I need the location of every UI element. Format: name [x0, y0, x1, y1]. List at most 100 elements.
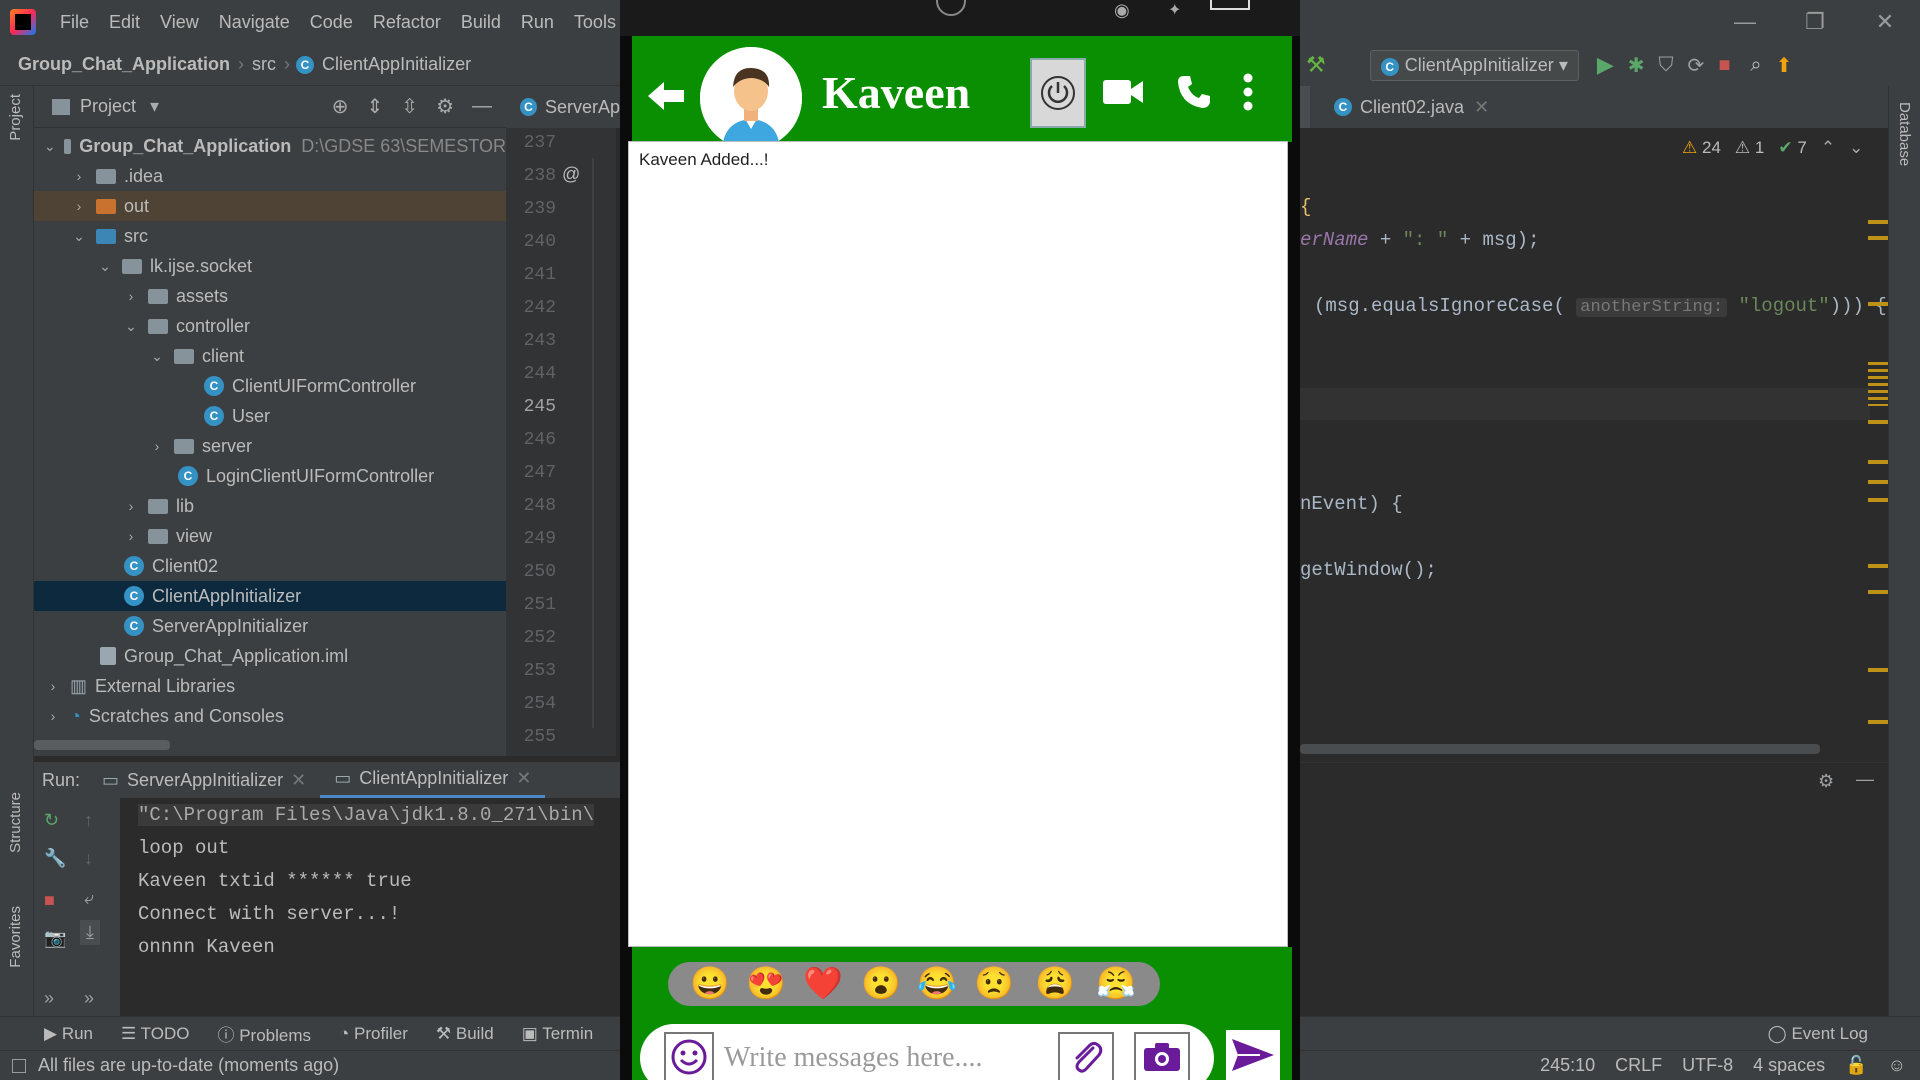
emoji-worried[interactable]: 😟 [974, 963, 1014, 1003]
tool-tab-event-log[interactable]: ◯ Event Log [1754, 1024, 1920, 1044]
search-icon[interactable]: ⌕ [1750, 54, 1761, 77]
tool-tab-profiler[interactable]: ◔ Profiler [325, 1024, 422, 1044]
emoji-picker-button[interactable] [664, 1032, 714, 1080]
run-config-select[interactable]: C ClientAppInitializer ▾ [1369, 49, 1579, 81]
editor-horizontal-scrollbar[interactable] [1300, 744, 1820, 754]
project-tool-label[interactable]: Project [7, 94, 24, 141]
tree-item-server[interactable]: › server [34, 431, 506, 461]
error-stripe-marker[interactable] [1868, 480, 1888, 484]
tree-item-out[interactable]: › out [34, 191, 506, 221]
profile-icon[interactable]: ⟳ [1688, 53, 1705, 78]
tree-item-client02[interactable]: C Client02 [34, 551, 506, 581]
restore-button[interactable]: ❐ [1780, 9, 1850, 35]
error-stripe-marker[interactable] [1868, 460, 1888, 464]
database-tool-label[interactable]: Database [1896, 102, 1913, 166]
tree-item-external-libraries[interactable]: › ▥ External Libraries [34, 671, 506, 701]
console-output[interactable]: "C:\Program Files\Java\jdk1.8.0_271\bin\… [120, 798, 620, 1016]
error-stripe-marker[interactable] [1868, 590, 1888, 594]
more-icon[interactable]: » [84, 988, 94, 1009]
tab-client02[interactable]: Client02.java [1360, 97, 1464, 118]
send-button[interactable] [1226, 1030, 1280, 1080]
back-arrow-icon[interactable] [646, 78, 686, 114]
locate-icon[interactable]: ⊕ [332, 94, 349, 119]
expand-all-icon[interactable]: ⇕ [367, 94, 384, 119]
chevron-down-icon[interactable]: ▾ [150, 96, 159, 117]
wrench-icon[interactable]: 🔧 [44, 848, 66, 869]
toggle-tool-windows-icon[interactable] [12, 1058, 26, 1073]
more-icon[interactable]: » [44, 988, 54, 1009]
stop-icon[interactable]: ■ [44, 890, 55, 911]
close-tab-icon[interactable]: ✕ [1474, 97, 1489, 118]
error-stripe-marker[interactable] [1868, 236, 1888, 240]
error-stripe-marker[interactable] [1868, 362, 1888, 406]
caret-position[interactable]: 245:10 [1540, 1055, 1595, 1076]
soft-wrap-icon[interactable]: ⤶ [84, 888, 94, 909]
arrow-up-icon[interactable]: ↑ [84, 810, 93, 831]
camera-icon[interactable]: 📷 [44, 928, 66, 949]
code-line[interactable]: nEvent) { [1300, 493, 1403, 515]
camera-button[interactable] [1134, 1032, 1190, 1080]
menu-tools[interactable]: Tools [564, 12, 626, 33]
tree-item-idea[interactable]: › .idea [34, 161, 506, 191]
chevron-up-icon[interactable]: ⌃ [1821, 138, 1835, 158]
stop-icon[interactable]: ■ [1718, 54, 1730, 77]
emoji-grinning[interactable]: 😀 [690, 963, 730, 1003]
emoji-triumph[interactable]: 😤 [1096, 963, 1136, 1003]
close-tab-icon[interactable]: ✕ [516, 768, 531, 789]
tab-serverappinitializer[interactable]: C ServerAp [506, 86, 620, 128]
error-stripe-marker[interactable] [1868, 498, 1888, 502]
update-icon[interactable]: ⬆ [1776, 53, 1793, 78]
tool-tab-todo[interactable]: ☰ TODO [107, 1024, 203, 1044]
file-encoding[interactable]: UTF-8 [1682, 1055, 1733, 1076]
horizontal-scrollbar[interactable] [34, 740, 170, 750]
tree-item-package[interactable]: ⌄ lk.ijse.socket [34, 251, 506, 281]
hide-panel-icon[interactable]: — [472, 95, 492, 118]
run-tab-server[interactable]: ▭ ServerAppInitializer ✕ [88, 762, 320, 798]
inspector-icon[interactable]: ☺ [1888, 1055, 1906, 1076]
hammer-icon[interactable]: ⚒ [1306, 52, 1326, 78]
emoji-weary[interactable]: 😩 [1035, 963, 1075, 1003]
error-stripe-marker[interactable] [1868, 220, 1888, 224]
code-line[interactable]: getWindow(); [1300, 559, 1437, 581]
indent-setting[interactable]: 4 spaces [1753, 1055, 1825, 1076]
tree-item-root[interactable]: ⌄ Group_Chat_Application D:\GDSE 63\SEME… [34, 131, 506, 161]
structure-tool-label[interactable]: Structure [7, 792, 24, 853]
emoji-laughing[interactable]: 😂 [917, 963, 957, 1003]
tree-item-iml[interactable]: Group_Chat_Application.iml [34, 641, 506, 671]
error-stripe-marker[interactable] [1868, 720, 1888, 724]
emoji-red-heart[interactable]: ❤️ [803, 963, 843, 1003]
menu-navigate[interactable]: Navigate [209, 12, 300, 33]
error-stripe-marker[interactable] [1868, 302, 1888, 306]
tree-item-assets[interactable]: › assets [34, 281, 506, 311]
menu-file[interactable]: File [50, 12, 99, 33]
close-button[interactable]: ✕ [1850, 9, 1920, 35]
emoji-surprised[interactable]: 😮 [861, 963, 901, 1003]
status-message[interactable]: All files are up-to-date (moments ago) [38, 1055, 339, 1076]
error-stripe-marker[interactable] [1868, 564, 1888, 568]
tree-item-clientappinitializer[interactable]: C ClientAppInitializer [34, 581, 506, 611]
tree-item-user[interactable]: C User [34, 401, 506, 431]
message-input[interactable] [724, 1040, 1054, 1076]
hide-panel-icon[interactable]: — [1856, 769, 1874, 790]
breadcrumb-src[interactable]: src [244, 54, 284, 75]
chat-message-area[interactable]: Kaveen Added...! [628, 141, 1288, 947]
inspection-widget[interactable]: ⚠ 24 ⚠ 1 ✔ 7 ⌃ ⌄ [1682, 138, 1863, 158]
run-tab-client[interactable]: ▭ ClientAppInitializer ✕ [320, 762, 546, 798]
lock-icon[interactable]: 🔓 [1845, 1055, 1867, 1076]
error-stripe-marker[interactable] [1868, 420, 1888, 424]
menu-run[interactable]: Run [511, 12, 564, 33]
breadcrumb-file[interactable]: ClientAppInitializer [314, 54, 479, 75]
tree-item-view[interactable]: › view [34, 521, 506, 551]
more-options-icon[interactable] [1242, 72, 1254, 112]
tool-tab-build[interactable]: ⚒ Build [422, 1024, 508, 1044]
project-panel-title[interactable]: Project [80, 96, 136, 117]
error-stripe-marker[interactable] [1868, 668, 1888, 672]
scroll-to-end-icon[interactable]: ⤓ [80, 920, 100, 945]
tree-item-src[interactable]: ⌄ src [34, 221, 506, 251]
phone-call-icon[interactable] [1176, 74, 1212, 110]
tree-item-lib[interactable]: › lib [34, 491, 506, 521]
arrow-down-icon[interactable]: ↓ [84, 848, 93, 869]
gear-icon[interactable]: ⚙ [436, 94, 454, 119]
breadcrumb-project[interactable]: Group_Chat_Application [0, 54, 238, 75]
tree-item-clientuiformcontroller[interactable]: C ClientUIFormController [34, 371, 506, 401]
